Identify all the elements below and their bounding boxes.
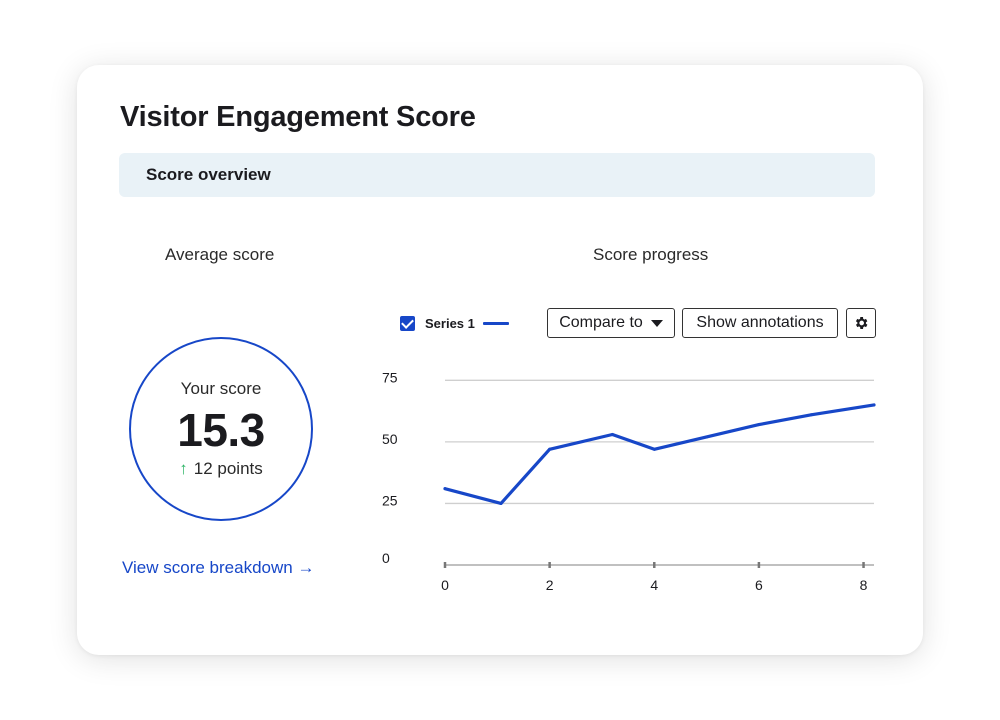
- y-tick-label: 75: [382, 369, 398, 385]
- data-point: [652, 447, 656, 451]
- settings-button[interactable]: [846, 308, 876, 338]
- show-annotations-label: Show annotations: [696, 314, 824, 331]
- show-annotations-button[interactable]: Show annotations: [682, 308, 838, 338]
- series-checkbox[interactable]: [400, 315, 415, 331]
- data-point: [499, 501, 503, 505]
- arrow-up-icon: ↑: [179, 459, 188, 478]
- view-score-breakdown-link[interactable]: View score breakdown →: [122, 558, 314, 578]
- score-delta: ↑ 12 points: [131, 459, 311, 479]
- y-tick-label: 50: [382, 431, 398, 447]
- average-score-heading: Average score: [165, 245, 275, 264]
- data-point: [757, 423, 761, 427]
- section-header-label: Score overview: [146, 165, 271, 184]
- data-point: [548, 447, 552, 451]
- data-point: [809, 413, 813, 417]
- score-progress-chart: 0 25 50 75 0 2 4 6 8: [382, 369, 876, 593]
- x-tick-label: 6: [755, 577, 763, 593]
- series-label: Series 1: [425, 315, 475, 331]
- compare-to-label: Compare to: [559, 314, 643, 331]
- y-tick-label: 25: [382, 492, 398, 508]
- caret-down-icon: [650, 319, 663, 327]
- y-tick-label: 0: [382, 550, 390, 566]
- section-header: Score overview: [119, 153, 875, 197]
- chart-toolbar: Series 1 Compare to Show annotations: [399, 308, 879, 338]
- series-legend[interactable]: Series 1: [399, 308, 509, 338]
- your-score-label: Your score: [180, 379, 262, 398]
- gear-icon: [855, 317, 868, 329]
- score-card: Visitor Engagement Score Score overview …: [77, 65, 923, 655]
- score-value: 15.3: [177, 404, 265, 456]
- x-tick-label: 2: [546, 577, 554, 593]
- x-tick-label: 0: [441, 577, 449, 593]
- data-point: [705, 435, 709, 439]
- score-circle: Your score 15.3 ↑ 12 points: [129, 337, 313, 521]
- series-line: [443, 403, 876, 505]
- score-progress-heading: Score progress: [593, 245, 709, 264]
- x-tick-label: 8: [860, 577, 868, 593]
- data-point: [443, 487, 447, 491]
- data-point: [872, 403, 876, 407]
- data-point: [610, 432, 614, 436]
- compare-to-dropdown[interactable]: Compare to: [547, 308, 675, 338]
- x-tick-label: 4: [650, 577, 658, 593]
- series-line-swatch: [482, 321, 509, 325]
- page-title: Visitor Engagement Score: [120, 101, 476, 133]
- score-delta-text: 12 points: [193, 459, 263, 478]
